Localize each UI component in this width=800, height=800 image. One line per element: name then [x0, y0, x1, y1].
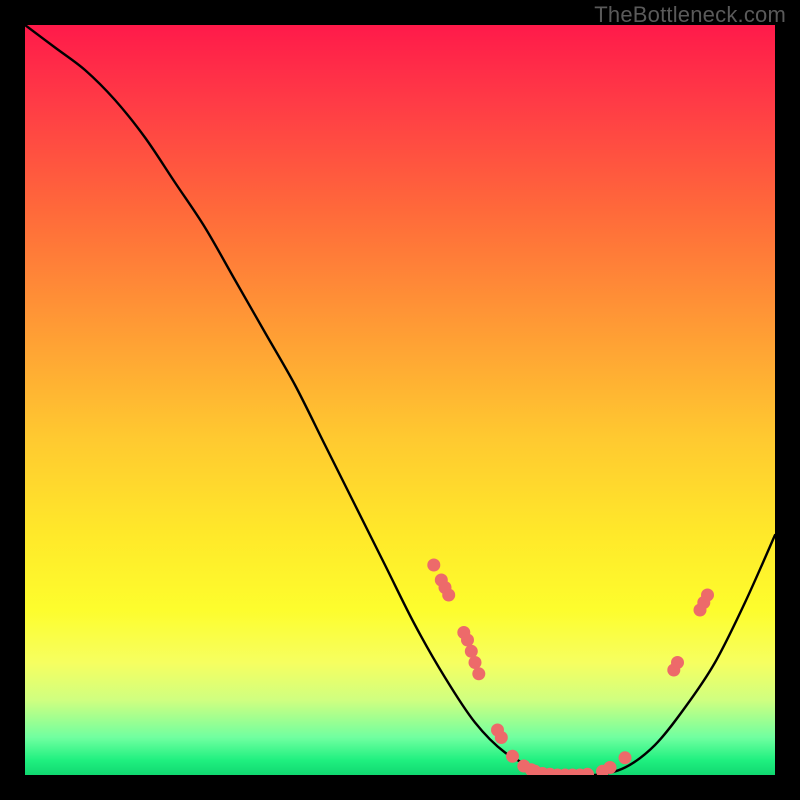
- curve-marker: [427, 559, 440, 572]
- curve-marker: [495, 731, 508, 744]
- curve-marker: [461, 634, 474, 647]
- watermark-text: TheBottleneck.com: [594, 2, 786, 28]
- curve-marker: [506, 750, 519, 763]
- curve-marker: [604, 761, 617, 774]
- curve-marker: [469, 656, 482, 669]
- curve-marker: [671, 656, 684, 669]
- curve-marker: [701, 589, 714, 602]
- plot-area: [25, 25, 775, 775]
- chart-svg: [25, 25, 775, 775]
- curve-marker: [465, 645, 478, 658]
- curve-marker: [619, 751, 632, 764]
- curve-marker: [581, 768, 594, 775]
- curve-markers: [427, 559, 714, 776]
- bottleneck-curve-line: [25, 25, 775, 775]
- curve-marker: [472, 667, 485, 680]
- curve-marker: [442, 589, 455, 602]
